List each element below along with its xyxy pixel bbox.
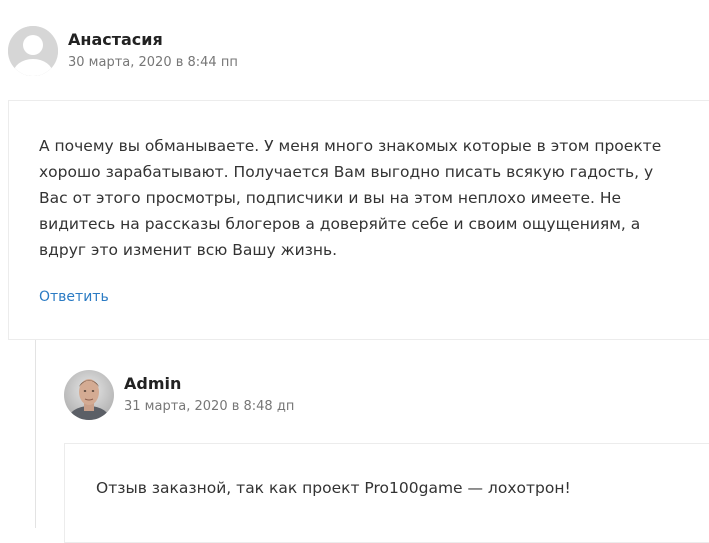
user-photo-avatar[interactable]: [64, 370, 114, 420]
comment-text: Отзыв заказной, так как проект Pro100gam…: [96, 479, 571, 497]
comment-anastasia: Анастасия 30 марта, 2020 в 8:44 пп А поч…: [0, 0, 709, 340]
comment-author: Анастасия: [68, 30, 163, 49]
reply-button[interactable]: Ответить: [39, 289, 109, 305]
comment-text: А почему вы обманываете. У меня много зн…: [39, 137, 662, 259]
comment-body-box: [64, 443, 709, 543]
thread-line: [35, 340, 36, 528]
comment-date[interactable]: 30 марта, 2020 в 8:44 пп: [68, 55, 238, 70]
comment-author: Admin: [124, 374, 182, 393]
comment-date[interactable]: 31 марта, 2020 в 8:48 дп: [124, 399, 294, 414]
default-avatar-icon[interactable]: [8, 26, 58, 76]
